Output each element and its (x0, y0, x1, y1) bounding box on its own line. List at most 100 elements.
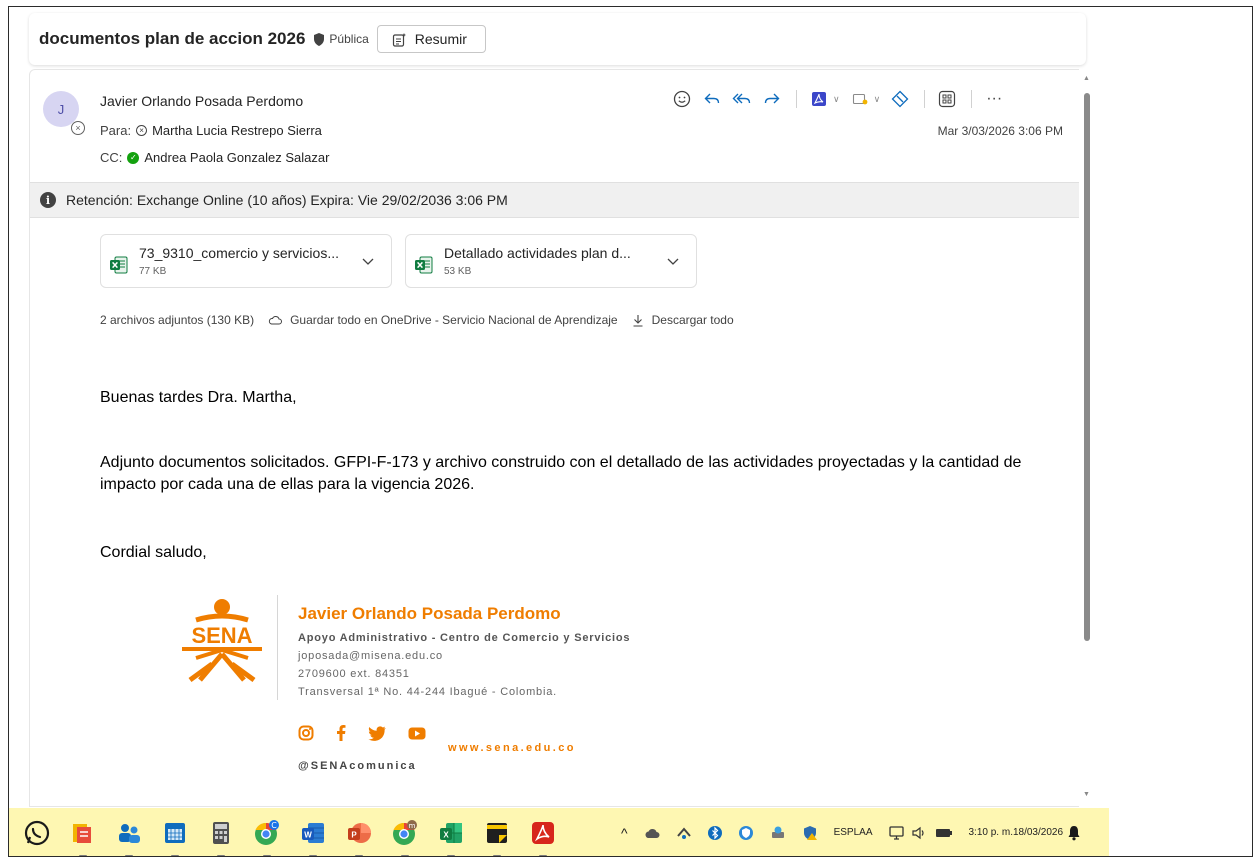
signature-website[interactable]: www.sena.edu.co (448, 742, 576, 754)
running-indicator (401, 855, 409, 856)
body-greeting: Buenas tardes Dra. Martha, (100, 389, 297, 406)
signature-role: Apoyo Administrativo - Centro de Comerci… (298, 632, 631, 644)
vertical-scrollbar[interactable]: ▲ ▼ (1079, 69, 1095, 809)
attachment-summary: 2 archivos adjuntos (130 KB) Guardar tod… (100, 313, 734, 327)
running-indicator (355, 855, 363, 856)
system-tray: ^ ESP LAA 3:10 p. m. 18/03/2026 (621, 808, 1097, 856)
toolbar-separator (924, 90, 926, 108)
chevron-down-icon[interactable] (361, 254, 375, 268)
to-line: Para: × Martha Lucia Restrepo Sierra (100, 123, 322, 138)
file-explorer-icon[interactable] (69, 819, 97, 856)
subject-title: documentos plan de accion 2026 (39, 29, 306, 48)
windows-security-warning-icon[interactable] (802, 825, 818, 841)
twitter-icon[interactable] (368, 725, 386, 741)
clock-date: 18/03/2026 (1012, 827, 1064, 838)
sena-logo-text: SENA (191, 623, 252, 648)
download-all-label: Descargar todo (651, 313, 734, 327)
whatsapp-icon[interactable] (23, 819, 51, 847)
emoji-icon[interactable] (670, 87, 694, 111)
calendar-app-icon[interactable] (161, 819, 189, 856)
body-paragraph: Adjunto documentos solicitados. GFPI-F-1… (100, 454, 1022, 493)
move-icon[interactable] (848, 87, 872, 111)
battery-icon[interactable] (935, 827, 953, 839)
download-all-button[interactable]: Descargar todo (632, 313, 734, 327)
scroll-up-arrow-icon[interactable]: ▲ (1083, 75, 1090, 82)
visibility-label: Pública (329, 32, 369, 46)
sensitivity-icon[interactable] (888, 87, 912, 111)
tray-chevron-up-icon[interactable]: ^ (621, 825, 628, 841)
chevron-down-icon[interactable]: ∨ (874, 94, 881, 105)
chrome-profile-icon[interactable]: m (391, 819, 419, 856)
attachment-card[interactable]: Detallado actividades plan d... 53 KB (405, 234, 697, 288)
signature-email[interactable]: joposada@misena.edu.co (298, 650, 443, 662)
chrome-icon[interactable]: C (253, 819, 281, 856)
pdf-icon[interactable] (807, 87, 831, 111)
apps-icon[interactable] (935, 87, 959, 111)
window-frame: documentos plan de accion 2026 Pública R… (8, 6, 1253, 857)
subject-bar: documentos plan de accion 2026 Pública R… (29, 13, 1086, 65)
reading-pane: documentos plan de accion 2026 Pública R… (19, 7, 1086, 807)
volume-icon[interactable] (911, 826, 927, 840)
chevron-down-icon[interactable] (666, 254, 680, 268)
calculator-icon[interactable] (207, 819, 235, 856)
social-links (298, 725, 448, 741)
toolbar-separator (971, 90, 973, 108)
attachment-name: Detallado actividades plan d... (444, 245, 631, 261)
clock-time: 3:10 p. m. (968, 827, 1013, 838)
running-indicator (447, 855, 455, 856)
sender-name[interactable]: Javier Orlando Posada Perdomo (100, 93, 303, 109)
tray-app-icon[interactable] (676, 826, 692, 840)
cc-recipient[interactable]: Andrea Paola Gonzalez Salazar (144, 150, 329, 165)
running-indicator (217, 855, 225, 856)
youtube-icon[interactable] (408, 727, 426, 740)
reply-all-icon[interactable] (730, 87, 754, 111)
attachment-size: 53 KB (444, 266, 472, 277)
signature-phone: 2709600 ext. 84351 (298, 668, 410, 680)
chevron-down-icon[interactable]: ∨ (833, 94, 840, 105)
running-indicator (125, 855, 133, 856)
security-shield-icon[interactable] (738, 825, 754, 841)
people-app-icon[interactable] (115, 819, 143, 856)
forward-icon[interactable] (760, 87, 784, 111)
running-indicator (263, 855, 271, 856)
excel-file-icon (110, 256, 128, 274)
presence-offline-icon: × (71, 121, 85, 135)
acrobat-icon[interactable] (529, 819, 557, 856)
running-indicator (79, 855, 87, 856)
excel-file-icon (415, 256, 433, 274)
excel-icon[interactable]: X (437, 819, 465, 856)
scroll-down-arrow-icon[interactable]: ▼ (1083, 791, 1090, 798)
bluetooth-icon[interactable] (707, 825, 722, 841)
powerpoint-icon[interactable]: P (345, 819, 373, 856)
summarize-button[interactable]: Resumir (376, 25, 486, 53)
language-indicator[interactable]: ESP LAA (834, 827, 873, 839)
to-recipient[interactable]: Martha Lucia Restrepo Sierra (152, 123, 322, 138)
reply-icon[interactable] (700, 87, 724, 111)
body-closing: Cordial saludo, (100, 544, 207, 561)
info-icon: i (40, 192, 56, 208)
word-icon[interactable]: W (299, 819, 327, 856)
facebook-icon[interactable] (336, 725, 346, 741)
message-date: Mar 3/03/2026 3:06 PM (937, 124, 1063, 138)
presence-available-icon: ✓ (127, 151, 140, 164)
shield-icon (314, 32, 325, 46)
message-actions: ∨ ∨ ··· (670, 86, 1012, 112)
scrollbar-thumb[interactable] (1084, 93, 1090, 641)
svg-text:X: X (443, 831, 449, 840)
running-indicator (539, 855, 547, 856)
keyboard-layout: LAA (853, 827, 873, 838)
taskbar: C W P m X ^ ESP LAA 3:10 p. m. 18/03/202… (9, 808, 1109, 856)
summarize-label: Resumir (414, 31, 467, 47)
more-icon[interactable]: ··· (982, 87, 1006, 111)
attachment-name: 73_9310_comercio y servicios... (139, 245, 339, 261)
monitor-icon[interactable] (888, 826, 905, 840)
notification-bell-icon[interactable] (1067, 825, 1081, 841)
save-onedrive-button[interactable]: Guardar todo en OneDrive - Servicio Naci… (268, 313, 618, 327)
cloud-sync-icon[interactable] (644, 826, 660, 840)
taskbar-clock[interactable]: 3:10 p. m. 18/03/2026 (969, 827, 1064, 839)
attachment-card[interactable]: 73_9310_comercio y servicios... 77 KB (100, 234, 392, 288)
network-drive-icon[interactable] (770, 825, 786, 841)
running-indicator (493, 855, 501, 856)
instagram-icon[interactable] (298, 725, 314, 741)
sticky-notes-icon[interactable] (483, 819, 511, 856)
